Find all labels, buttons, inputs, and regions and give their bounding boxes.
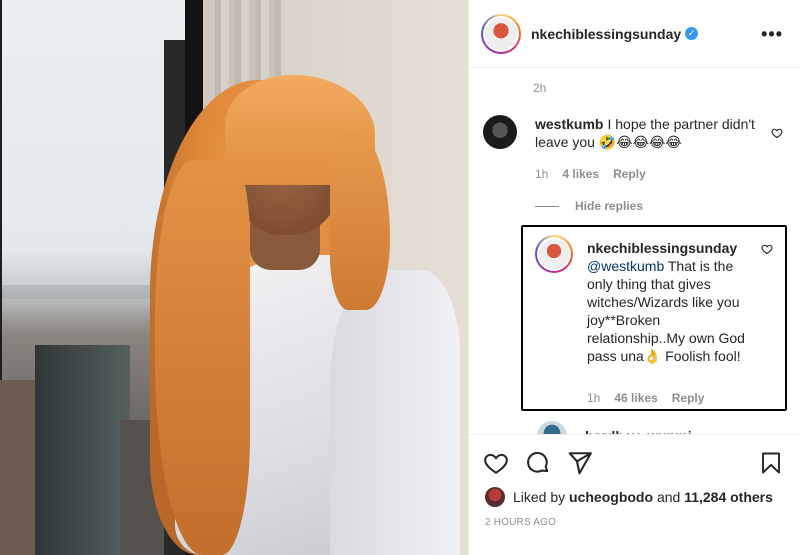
comment-meta: 1h 4 likes Reply — [535, 167, 646, 181]
caption-timestamp: 2h — [533, 81, 547, 95]
likes-prefix: Liked by — [513, 489, 566, 505]
comment-username[interactable]: westkumb — [535, 116, 603, 132]
likes-others[interactable]: 11,284 others — [684, 489, 773, 505]
reply-text: nkechiblessingsunday @westkumb That is t… — [587, 239, 747, 365]
divider-line — [535, 205, 559, 207]
reply-avatar[interactable] — [535, 235, 573, 273]
post-header: nkechiblessingsunday ✓ ••• — [469, 0, 800, 68]
photo-building — [0, 380, 40, 555]
author-avatar[interactable] — [481, 13, 521, 54]
photo-hair — [155, 160, 250, 555]
reply-likes[interactable]: 46 likes — [614, 391, 657, 405]
reply-mention[interactable]: @westkumb — [587, 258, 664, 274]
heart-icon[interactable] — [483, 450, 509, 476]
commenter-avatar[interactable] — [483, 115, 517, 149]
likes-joiner: and — [656, 489, 681, 505]
reply-item: nkechiblessingsunday @westkumb That is t… — [521, 225, 787, 411]
photo-building — [35, 345, 130, 555]
comment-reply-button[interactable]: Reply — [613, 167, 646, 181]
verified-badge-icon: ✓ — [685, 27, 699, 40]
comment-icon[interactable] — [525, 450, 551, 476]
reply-time: 1h — [587, 391, 601, 405]
comment-time: 1h — [535, 167, 549, 181]
post-photo[interactable] — [0, 0, 468, 555]
liker-username[interactable]: ucheogbodo — [569, 489, 653, 505]
reply-username[interactable]: nkechiblessingsunday — [587, 240, 737, 256]
post-timestamp: 2 HOURS AGO — [485, 517, 557, 528]
hide-replies-label: Hide replies — [575, 199, 644, 213]
reply-like-icon[interactable] — [761, 243, 773, 255]
post-actions: Liked by ucheogbodo and 11,284 others 2 … — [469, 434, 800, 555]
photo-skyline — [2, 285, 164, 299]
author-username[interactable]: nkechiblessingsunday — [531, 26, 681, 42]
comment-text: westkumb I hope the partner didn't leave … — [535, 115, 755, 151]
liker-avatar[interactable] — [485, 487, 505, 507]
reply-meta: 1h 46 likes Reply — [587, 391, 704, 405]
more-options-icon[interactable]: ••• — [761, 24, 783, 45]
commenter-avatar[interactable] — [537, 421, 567, 434]
comment-item: hardhev_wunmi — [537, 421, 692, 434]
likes-summary: Liked by ucheogbodo and 11,284 others — [485, 487, 773, 507]
hide-replies-button[interactable]: Hide replies — [535, 199, 643, 213]
post-sidebar: nkechiblessingsunday ✓ ••• 2h westkumb I … — [468, 0, 800, 555]
send-icon[interactable] — [567, 450, 593, 476]
comments-list[interactable]: 2h westkumb I hope the partner didn't lea… — [469, 69, 800, 434]
comment-like-icon[interactable] — [771, 127, 783, 139]
bookmark-icon[interactable] — [759, 450, 783, 476]
reply-reply-button[interactable]: Reply — [672, 391, 705, 405]
comment-likes[interactable]: 4 likes — [562, 167, 599, 181]
photo-arm — [330, 270, 460, 555]
